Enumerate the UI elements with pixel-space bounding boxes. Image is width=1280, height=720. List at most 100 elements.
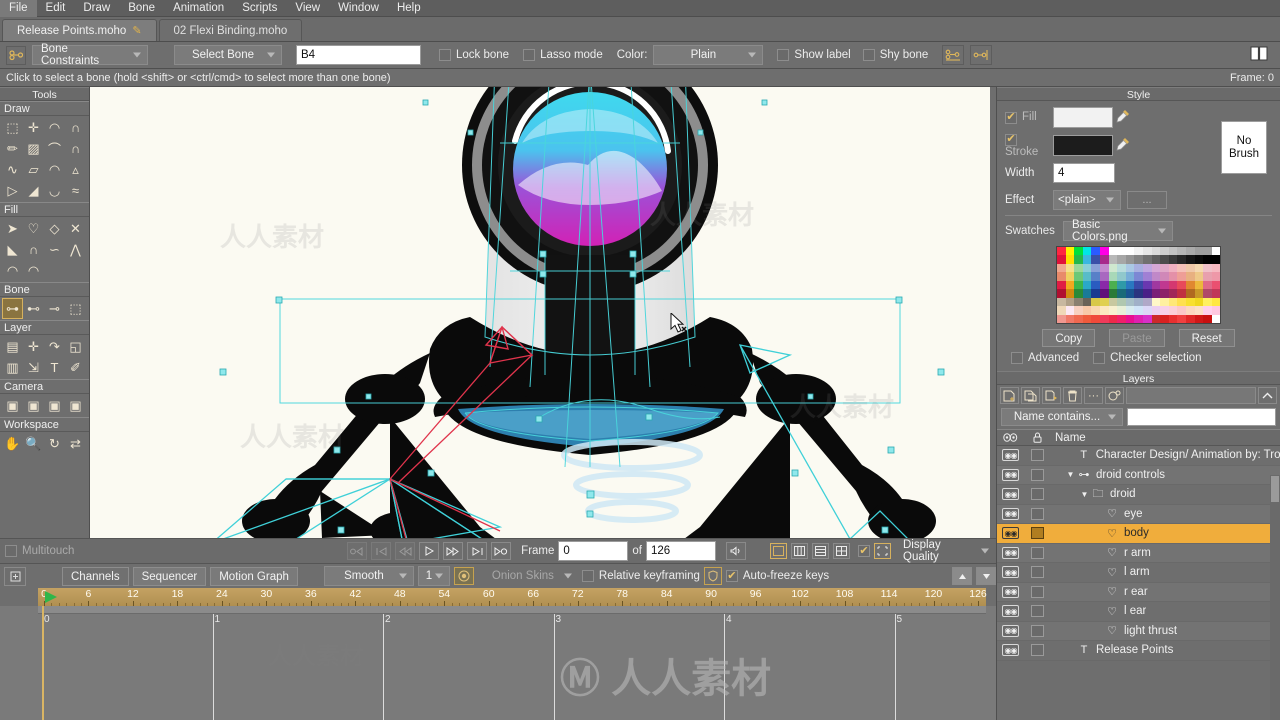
color-swatch[interactable] bbox=[1203, 255, 1212, 264]
transform-points-icon[interactable]: ✛ bbox=[23, 117, 44, 138]
select-points-icon[interactable]: ⬚ bbox=[2, 117, 23, 138]
color-swatch[interactable] bbox=[1185, 263, 1195, 272]
menu-item-file[interactable]: File bbox=[0, 0, 37, 17]
book-icon[interactable] bbox=[1250, 46, 1268, 64]
color-swatch[interactable] bbox=[1125, 306, 1135, 315]
copy-button[interactable]: Copy bbox=[1042, 329, 1096, 347]
color-swatch[interactable] bbox=[1082, 306, 1092, 315]
crop-icon[interactable] bbox=[874, 543, 891, 559]
reset-button[interactable]: Reset bbox=[1178, 329, 1235, 347]
add-point-icon[interactable]: ⌒ bbox=[44, 138, 65, 159]
color-swatch[interactable] bbox=[1099, 306, 1109, 315]
color-swatch[interactable] bbox=[1057, 297, 1066, 306]
color-swatch[interactable] bbox=[1160, 255, 1169, 264]
shy-bone-checkbox[interactable]: Shy bone bbox=[862, 49, 928, 61]
layers-scrollbar[interactable] bbox=[1270, 475, 1280, 720]
color-swatch[interactable] bbox=[1194, 280, 1204, 289]
bend-points-icon[interactable]: ◢ bbox=[23, 180, 44, 201]
relative-keyframing-checkbox[interactable]: Relative keyframing bbox=[581, 570, 700, 582]
bone-constraints-icon[interactable]: ⊶ bbox=[2, 298, 23, 319]
color-swatch[interactable] bbox=[1057, 246, 1066, 255]
color-swatch[interactable] bbox=[1091, 272, 1100, 281]
color-swatch[interactable] bbox=[1151, 255, 1161, 264]
color-swatch[interactable] bbox=[1057, 272, 1066, 281]
color-swatch[interactable] bbox=[1099, 263, 1109, 272]
menu-item-edit[interactable]: Edit bbox=[37, 0, 75, 17]
color-swatch[interactable] bbox=[1203, 280, 1212, 289]
color-swatch[interactable] bbox=[1082, 314, 1092, 323]
color-swatch[interactable] bbox=[1185, 314, 1195, 323]
layer-visibility-toggle[interactable]: ◉◉ bbox=[997, 546, 1024, 559]
hide-edge-icon[interactable]: ∽ bbox=[44, 239, 65, 260]
layer-lock-toggle[interactable] bbox=[1024, 468, 1051, 481]
color-swatch[interactable] bbox=[1125, 255, 1135, 264]
interpolation-combo[interactable]: Smooth bbox=[323, 566, 414, 586]
color-swatch[interactable] bbox=[1117, 246, 1126, 255]
layers-list[interactable]: ◉◉ T Character Design/ Animation by: Tro ◉◉… bbox=[997, 446, 1280, 661]
color-swatch[interactable] bbox=[1185, 246, 1195, 255]
color-swatch[interactable] bbox=[1168, 280, 1178, 289]
scatter-brush-icon[interactable]: ≈ bbox=[65, 180, 86, 201]
pan-tilt-camera-icon[interactable]: ▣ bbox=[65, 395, 86, 416]
layer-visibility-toggle[interactable]: ◉◉ bbox=[997, 644, 1024, 657]
playhead-marker-icon[interactable] bbox=[44, 589, 60, 605]
freehand-icon[interactable]: ✏ bbox=[2, 138, 23, 159]
color-swatch[interactable] bbox=[1203, 272, 1212, 281]
onion-skins-combo[interactable]: Onion Skins bbox=[478, 566, 578, 586]
bone-strength-icon[interactable]: ⊸ bbox=[44, 298, 65, 319]
color-swatch[interactable] bbox=[1108, 289, 1118, 298]
color-swatch[interactable] bbox=[1082, 263, 1092, 272]
color-swatch[interactable] bbox=[1142, 289, 1152, 298]
color-swatch[interactable] bbox=[1091, 280, 1100, 289]
color-swatch[interactable] bbox=[1203, 263, 1212, 272]
layer-row[interactable]: ◉◉ T Release Points bbox=[997, 641, 1280, 661]
color-swatch[interactable] bbox=[1117, 289, 1126, 298]
color-swatch[interactable] bbox=[1160, 246, 1169, 255]
shield-icon[interactable] bbox=[703, 567, 722, 585]
layer-visibility-toggle[interactable]: ◉◉ bbox=[997, 566, 1024, 579]
color-swatch[interactable] bbox=[1099, 314, 1109, 323]
extrude-icon[interactable]: ▱ bbox=[23, 159, 44, 180]
layer-visibility-toggle[interactable]: ◉◉ bbox=[997, 488, 1024, 501]
manipulate-bones-icon[interactable]: ⊷ bbox=[23, 298, 44, 319]
layer-visibility-toggle[interactable]: ◉◉ bbox=[997, 605, 1024, 618]
color-swatch[interactable] bbox=[1074, 306, 1083, 315]
layers-scrollbar-thumb[interactable] bbox=[1271, 476, 1279, 502]
color-swatch[interactable] bbox=[1117, 255, 1126, 264]
color-swatch[interactable] bbox=[1117, 314, 1126, 323]
color-swatch[interactable] bbox=[1074, 280, 1083, 289]
color-swatch[interactable] bbox=[1194, 297, 1204, 306]
color-swatch[interactable] bbox=[1194, 255, 1204, 264]
layer-lock-toggle[interactable] bbox=[1024, 566, 1051, 579]
color-swatch[interactable] bbox=[1082, 297, 1092, 306]
color-swatch[interactable] bbox=[1185, 289, 1195, 298]
layer-visibility-toggle[interactable]: ◉◉ bbox=[997, 624, 1024, 637]
color-swatch[interactable] bbox=[1151, 272, 1161, 281]
layer-transform-icon[interactable]: ▤ bbox=[2, 336, 23, 357]
color-swatch[interactable] bbox=[1134, 255, 1143, 264]
color-swatch[interactable] bbox=[1160, 314, 1169, 323]
color-swatch[interactable] bbox=[1057, 255, 1066, 264]
color-swatch-grid[interactable] bbox=[1056, 245, 1221, 324]
layer-lock-toggle[interactable] bbox=[1024, 449, 1051, 462]
layer-lock-toggle[interactable] bbox=[1024, 488, 1051, 501]
color-swatch[interactable] bbox=[1091, 263, 1100, 272]
eyedropper-icon[interactable]: ✐ bbox=[65, 357, 86, 378]
color-swatch[interactable] bbox=[1177, 297, 1186, 306]
fast-forward-icon[interactable] bbox=[443, 542, 464, 560]
layer-row[interactable]: ◉◉ ♡ l ear bbox=[997, 602, 1280, 622]
color-swatch[interactable] bbox=[1177, 272, 1186, 281]
layer-row[interactable]: ◉◉ ♡ body bbox=[997, 524, 1280, 544]
layer-visibility-toggle[interactable]: ◉◉ bbox=[997, 468, 1024, 481]
color-swatch[interactable] bbox=[1117, 297, 1126, 306]
color-swatch[interactable] bbox=[1211, 314, 1221, 323]
color-swatch[interactable] bbox=[1125, 272, 1135, 281]
bone-constraints-icon[interactable] bbox=[6, 45, 26, 65]
color-swatch[interactable] bbox=[1057, 314, 1066, 323]
color-swatch[interactable] bbox=[1203, 314, 1212, 323]
color-swatch[interactable] bbox=[1125, 263, 1135, 272]
color-swatch[interactable] bbox=[1194, 289, 1204, 298]
auto-freeze-keys-checkbox[interactable]: ✔ Auto-freeze keys bbox=[725, 570, 829, 582]
color-swatch[interactable] bbox=[1142, 272, 1152, 281]
color-swatch[interactable] bbox=[1194, 272, 1204, 281]
